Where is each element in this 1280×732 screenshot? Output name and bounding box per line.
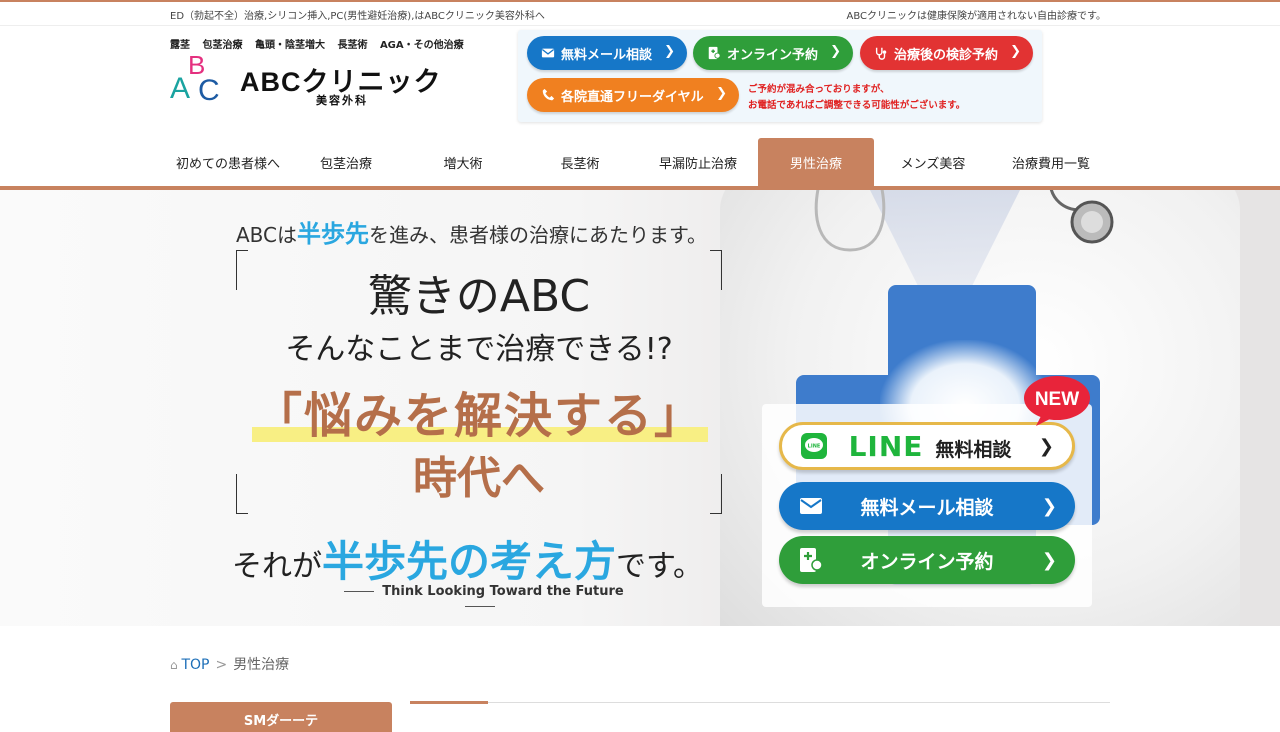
hero-headline: 驚きのABC	[367, 271, 591, 322]
breadcrumb-current: 男性治療	[233, 657, 290, 673]
category-link-houkei[interactable]: 包茎治療	[202, 40, 242, 51]
nav-item-male-treatment[interactable]: 男性治療	[758, 138, 874, 186]
new-badge: NEW	[1024, 376, 1090, 426]
nav-item-mens-beauty[interactable]: メンズ美容	[875, 138, 991, 186]
hero-english-tagline: Think Looking Toward the Future	[330, 584, 630, 614]
breadcrumb-separator: >	[215, 657, 228, 673]
hero-tagline: それが半歩先の考え方です。	[232, 537, 704, 586]
breadcrumb-home-link[interactable]: ⌂ TOP	[170, 657, 209, 673]
phone-icon	[542, 88, 555, 101]
nav-item-enlargement[interactable]: 増大術	[405, 138, 521, 186]
category-link-rokei[interactable]: 露茎	[170, 40, 190, 51]
stethoscope-icon	[875, 47, 887, 60]
home-icon: ⌂	[170, 658, 182, 672]
chevron-right-icon: ❯	[1041, 549, 1057, 571]
hero-online-reservation-button[interactable]: オンライン予約 ❯	[779, 536, 1075, 584]
top-bar: ED（勃起不全）治療,シリコン挿入,PC(男性避妊治療),はABCクリニック美容…	[0, 2, 1280, 26]
top-bar-insurance-note: ABCクリニックは健康保険が適用されない自由診療です。	[846, 11, 1106, 22]
global-nav: 初めての患者様へ 包茎治療 増大術 長茎術 早漏防止治療 男性治療 メンズ美容 …	[170, 138, 1110, 186]
hero-banner: ABCは半歩先を進み、患者様の治療にあたります。 驚きのABC そんなことまで治…	[0, 190, 1280, 626]
line-consult-button[interactable]: LINE LINE 無料相談 ❯	[779, 422, 1075, 470]
medical-chart-icon	[708, 46, 721, 60]
category-link-aga[interactable]: AGA・その他治療	[380, 40, 464, 51]
content-divider	[410, 702, 1110, 703]
category-link-enlargement[interactable]: 亀頭・陰茎増大	[255, 40, 325, 51]
sidebar-tab[interactable]: SMダーーテ	[170, 702, 392, 732]
hero-message-2: 時代へ	[413, 453, 545, 504]
top-bar-description: ED（勃起不全）治療,シリコン挿入,PC(男性避妊治療),はABCクリニック美容…	[170, 11, 545, 22]
category-link-lengthening[interactable]: 長茎術	[337, 40, 367, 51]
envelope-icon	[541, 48, 555, 58]
site-header: 露茎 包茎治療 亀頭・陰茎増大 長茎術 AGA・その他治療 B A C ABCク…	[0, 26, 1280, 138]
site-logo[interactable]: B A C ABCクリニック 美容外科	[170, 50, 460, 112]
hero-subheadline: そんなことまで治療できる!?	[285, 332, 673, 367]
nav-item-premature[interactable]: 早漏防止治療	[640, 138, 756, 186]
nav-item-houkei[interactable]: 包茎治療	[288, 138, 404, 186]
chevron-right-icon: ❯	[1038, 435, 1054, 457]
header-cta-box: 無料メール相談 ❯ オンライン予約 ❯ 治療後の検診予約 ❯ 各院直通フリーダイ…	[518, 30, 1042, 122]
online-reservation-button[interactable]: オンライン予約 ❯	[693, 36, 853, 70]
reservation-note: ご予約が混み合っておりますが、 お電話であればご調整できる可能性がございます。	[748, 84, 966, 111]
chevron-right-icon: ❯	[716, 86, 727, 101]
chevron-right-icon: ❯	[664, 44, 675, 59]
breadcrumb: ⌂ TOP > 男性治療	[170, 654, 289, 674]
content-divider-accent	[410, 701, 488, 704]
logo-subtitle: 美容外科	[316, 94, 368, 107]
stethoscope-image	[814, 190, 1114, 252]
logo-mark: B A C	[170, 50, 220, 107]
free-dial-button[interactable]: 各院直通フリーダイヤル ❯	[527, 78, 739, 112]
mail-consult-button[interactable]: 無料メール相談 ❯	[527, 36, 687, 70]
hero-mail-consult-button[interactable]: 無料メール相談 ❯	[779, 482, 1075, 530]
hero-message: 「悩みを解決する」	[253, 388, 704, 444]
chevron-right-icon: ❯	[1010, 44, 1021, 59]
nav-item-first-visit[interactable]: 初めての患者様へ	[170, 138, 286, 186]
followup-checkup-button[interactable]: 治療後の検診予約 ❯	[860, 36, 1033, 70]
chevron-right-icon: ❯	[830, 44, 841, 59]
chevron-right-icon: ❯	[1041, 495, 1057, 517]
nav-item-lengthening[interactable]: 長茎術	[522, 138, 638, 186]
hero-lead: ABCは半歩先を進み、患者様の治療にあたります。	[236, 220, 708, 248]
svg-text:NEW: NEW	[1035, 389, 1079, 410]
category-links: 露茎 包茎治療 亀頭・陰茎増大 長茎術 AGA・その他治療	[170, 36, 473, 51]
nav-item-price-list[interactable]: 治療費用一覧	[993, 138, 1109, 186]
